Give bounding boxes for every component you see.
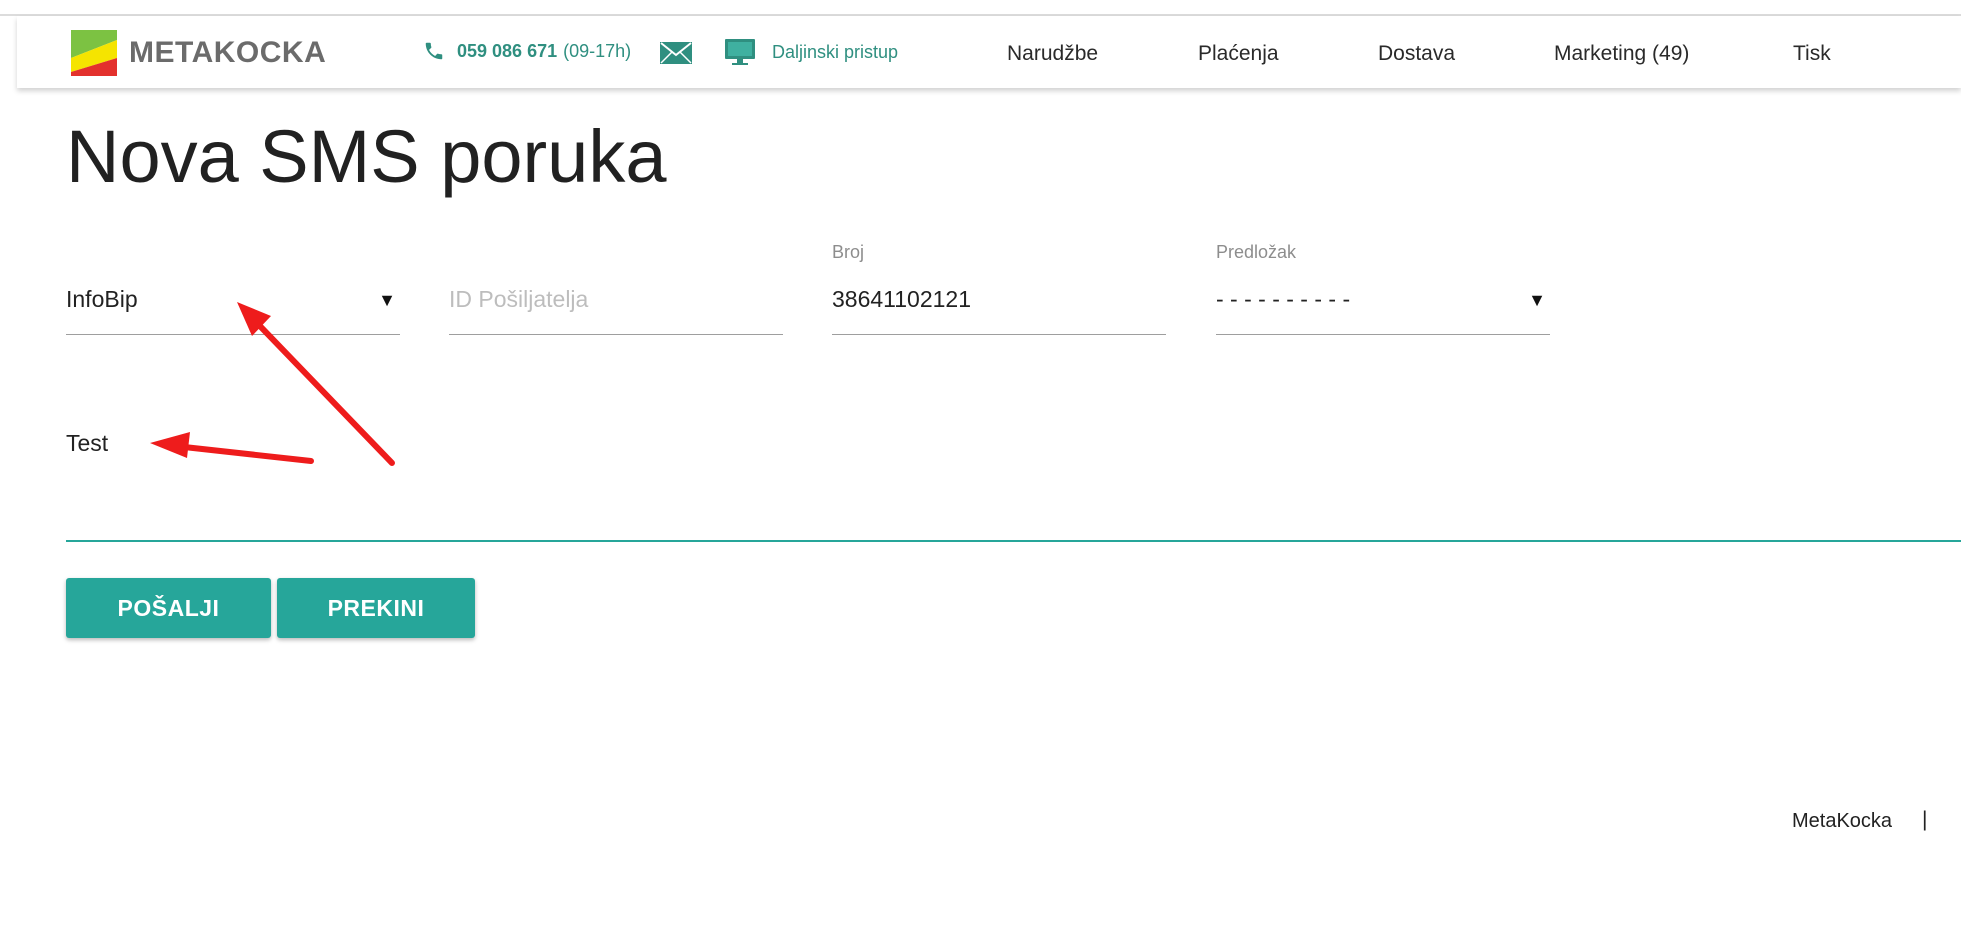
top-header: METAKOCKA 059 086 671 (09-17h) Daljinski… [17, 16, 1961, 88]
sender-id-underline [449, 334, 783, 335]
message-underline [66, 540, 1961, 542]
template-value: - - - - - - - - - - [1216, 286, 1351, 312]
message-textarea[interactable]: Test [66, 430, 108, 457]
remote-access-link[interactable]: Daljinski pristup [724, 38, 898, 66]
chevron-down-icon: ▼ [378, 290, 396, 310]
nav-narudzbe[interactable]: Narudžbe [1007, 42, 1098, 66]
annotation-arrow-provider [237, 302, 395, 466]
nav-placenja[interactable]: Plaćenja [1198, 42, 1279, 66]
footer-separator: | [1922, 808, 1928, 831]
footer-brand[interactable]: MetaKocka [1792, 810, 1892, 833]
monitor-icon [725, 39, 755, 65]
number-label: Broj [832, 242, 865, 262]
nav-marketing[interactable]: Marketing (49) [1554, 42, 1689, 66]
cancel-button[interactable]: PREKINI [277, 578, 475, 638]
page-title: Nova SMS poruka [66, 115, 667, 198]
mail-icon[interactable] [660, 42, 692, 64]
number-value: 38641102121 [832, 286, 971, 312]
number-underline [832, 334, 1166, 335]
sender-id-placeholder: ID Pošiljatelja [449, 286, 589, 312]
phone-number[interactable]: 059 086 671 [457, 41, 557, 62]
logo-mark-icon [71, 30, 117, 76]
sender-id-input[interactable]: ID Pošiljatelja [449, 242, 783, 335]
number-input[interactable]: Broj 38641102121 [832, 242, 1166, 335]
provider-underline [66, 334, 400, 335]
send-button[interactable]: POŠALJI [66, 578, 271, 638]
template-select[interactable]: Predložak - - - - - - - - - - ▼ [1216, 242, 1550, 335]
phone-icon [425, 42, 443, 60]
provider-value: InfoBip [66, 286, 138, 312]
annotation-arrow-message [150, 432, 314, 464]
nav-dostava[interactable]: Dostava [1378, 42, 1455, 66]
chevron-down-icon: ▼ [1528, 290, 1546, 310]
logo-text: METAKOCKA [129, 36, 327, 69]
support-phone: 059 086 671 (09-17h) [423, 40, 631, 62]
remote-access-label: Daljinski pristup [772, 41, 899, 62]
phone-hours: (09-17h) [563, 40, 632, 61]
template-underline [1216, 334, 1550, 335]
logo[interactable]: METAKOCKA [69, 28, 326, 78]
provider-select[interactable]: InfoBip ▼ [66, 242, 400, 335]
template-label: Predložak [1216, 242, 1297, 262]
nav-tisk[interactable]: Tisk [1793, 42, 1831, 66]
